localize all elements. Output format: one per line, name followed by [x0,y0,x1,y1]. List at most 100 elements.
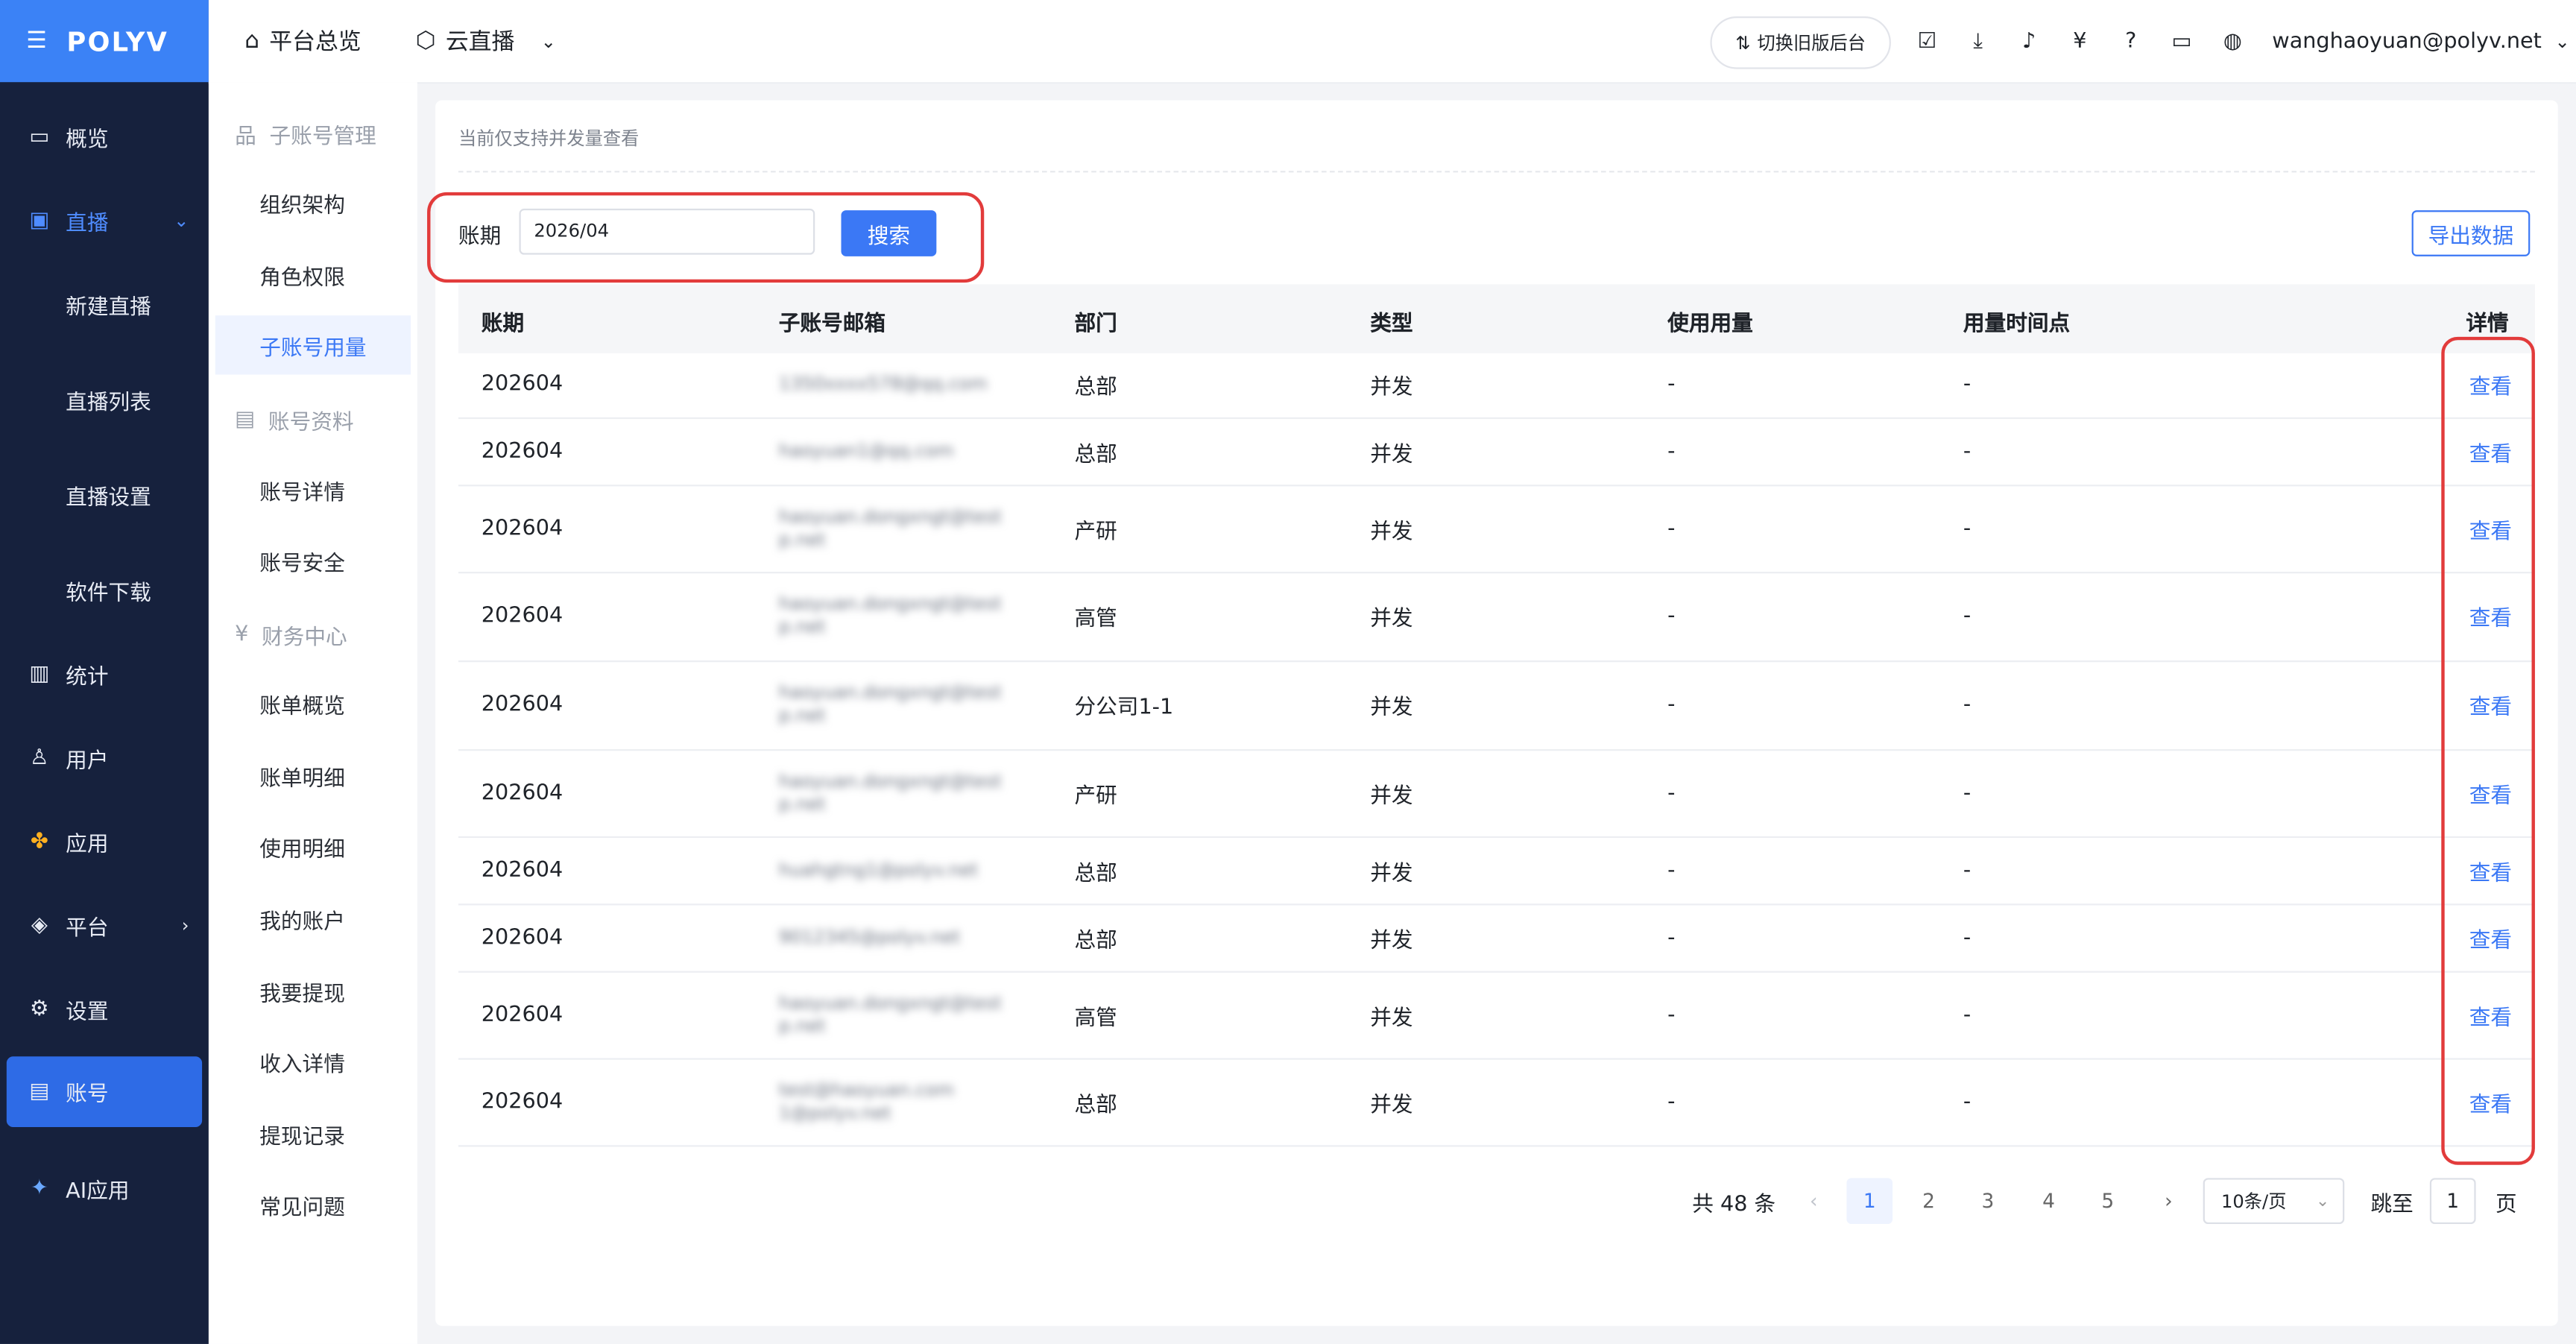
period-input[interactable]: 2026/04 [519,208,815,255]
divider [458,171,2535,173]
topbar: ⌂ 平台总览 ⬡ 云直播 ⌄ ⇅ 切换旧版后台 ☑ ⤓ ♪ ¥ ? ▭ ◍ wa… [208,0,2576,84]
sidebar-item-account[interactable]: ▤ 账号 [6,1056,203,1128]
platform-overview-label: 平台总览 [269,29,362,56]
sidebar-item-stats[interactable]: ▥ 统计 [0,641,209,707]
cell-dept: 总部 [1074,928,1117,953]
table-row: 202604 9012345@polyv.net 总部 并发 - - 查看 [458,903,2535,973]
submenu-item-income-detail[interactable]: 收入详情 [215,1032,411,1091]
export-data-button[interactable]: 导出数据 [2411,210,2531,256]
cell-email: test@haoyuan.com 1@polyv.net [778,1078,955,1123]
globe-icon[interactable]: ◍ [2220,28,2246,54]
yuan-icon[interactable]: ¥ [2067,28,2093,54]
page-suffix: 页 [2496,1192,2517,1217]
cell-period: 202604 [481,372,564,397]
sparkle-icon: ✦ [30,1176,48,1201]
switch-old-console-label: 切换旧版后台 [1757,33,1866,54]
sidebar-item-label: 直播 [66,211,109,236]
page-button[interactable]: 2 [1906,1178,1952,1224]
task-icon[interactable]: ☑ [1914,28,1940,54]
menu-icon[interactable]: ☰ [26,28,47,54]
cell-dept: 产研 [1074,519,1117,544]
submenu-item-my-account[interactable]: 我的账户 [215,889,411,947]
sidebar-item-live[interactable]: ▣ 直播 ⌄ [0,187,209,253]
yuan-circle-icon: ¥ [235,622,249,648]
cell-period: 202604 [481,1002,564,1027]
gear-icon: ⚙ [30,996,49,1021]
submenu-item-roles[interactable]: 角色权限 [215,244,411,303]
cell-dept: 高管 [1074,1005,1117,1030]
user-menu[interactable]: wanghaoyuan@polyv.net ⌄ [2272,0,2570,82]
cell-usage: - [1667,1002,1676,1027]
submenu-item-bill-overview[interactable]: 账单概览 [215,674,411,733]
table-row: 202604 test@haoyuan.com 1@polyv.net 总部 并发 - -… [458,1058,2535,1147]
sidebar-item-overview[interactable]: ▭ 概览 [0,104,209,169]
sidebar-item-apps[interactable]: ✤ 应用 [0,808,209,874]
table-row: 202604 haoyuan.dongxngt@test p.net 高管 并发 - - 查… [458,971,2535,1060]
cell-dept: 高管 [1074,607,1117,632]
cell-time: - [1963,516,1972,541]
code-icon[interactable]: ▭ [2168,28,2194,54]
submenu-item-bill-detail[interactable]: 账单明细 [215,746,411,805]
prev-page-button[interactable]: ‹ [1790,1178,1837,1224]
jump-page-input[interactable]: 1 [2429,1178,2476,1225]
chevron-down-icon: ⌄ [540,30,556,52]
jump-label: 跳至 [2370,1192,2414,1217]
page-button[interactable]: 1 [1846,1178,1893,1225]
page-button[interactable]: 3 [1965,1178,2011,1224]
cell-period: 202604 [481,604,564,629]
sidebar-item-label: AI应用 [66,1179,130,1204]
table-row: 202604 haoyuan1@qq.com 总部 并发 - - 查看 [458,417,2535,487]
cell-time: - [1963,372,1972,397]
sidebar-item-label: 用户 [66,748,109,774]
cell-usage: - [1667,516,1676,541]
id-card-icon: ▤ [29,1079,50,1105]
submenu-item-withdraw-records[interactable]: 提现记录 [215,1104,411,1163]
product-switcher[interactable]: ⬡ 云直播 ⌄ [416,0,556,82]
cell-email: haoyuan.dongxngt@test p.net [778,593,1002,638]
cell-email: haoyuan.dongxngt@test p.net [778,681,1002,727]
page-button[interactable]: 5 [2085,1178,2131,1224]
apps-icon: ✤ [30,828,48,854]
table-row: 202604 huahgtng1@polyv.net 总部 并发 - - 查看 [458,836,2535,906]
cell-type: 并发 [1370,607,1413,632]
help-icon[interactable]: ? [2118,28,2144,54]
polyv-logo[interactable]: POLYV [66,25,168,57]
submenu-item-account-security[interactable]: 账号安全 [215,531,411,590]
cell-period: 202604 [481,438,564,464]
sidebar-item-users[interactable]: ♙ 用户 [0,725,209,790]
submenu-group-profile: ▤ 账号资料 [235,404,353,435]
usage-card: 当前仅支持并发量查看 账期 2026/04 搜索 导出数据 账期 子账号邮箱 部… [427,100,2558,1326]
cell-time: - [1963,1089,1972,1114]
org-icon: 品 [235,124,256,150]
cell-type: 并发 [1370,695,1413,721]
submenu-item-usage-detail[interactable]: 使用明细 [215,816,411,875]
sidebar-item-ai-apps[interactable]: ✦ AI应用 [0,1155,209,1220]
cell-usage: - [1667,372,1676,397]
submenu-item-withdraw[interactable]: 我要提现 [215,961,411,1020]
page-button[interactable]: 4 [2026,1178,2072,1224]
sidebar-item-settings[interactable]: ⚙ 设置 [0,976,209,1041]
chevron-down-icon: ⌄ [174,209,189,231]
sidebar-item-label: 应用 [66,832,109,857]
column-header: 子账号邮箱 [778,312,886,337]
cell-email: haoyuan.dongxngt@test p.net [778,505,1002,550]
platform-overview-link[interactable]: ⌂ 平台总览 [244,0,361,82]
total-count: 共 48 条 [1692,1192,1776,1217]
next-page-button[interactable]: › [2146,1178,2192,1224]
cell-dept: 总部 [1074,860,1117,886]
sidebar-item-platform[interactable]: ◈ 平台 › [0,892,209,958]
cell-time: - [1963,780,1972,806]
page-size-select[interactable]: 10条/页 ⌄ [2203,1178,2345,1225]
bell-icon[interactable]: ♪ [2015,28,2042,54]
cell-time: - [1963,692,1972,718]
cell-period: 202604 [481,780,564,806]
submenu-item-org[interactable]: 组织架构 [215,172,411,231]
submenu-item-subaccount-usage[interactable]: 子账号用量 [215,315,411,375]
search-button[interactable]: 搜索 [841,210,937,256]
sidebar: ☰ POLYV ▭ 概览 ▣ 直播 ⌄ 新建直播 直播列表 直播设置 软件下载 … [0,0,209,1344]
download-icon[interactable]: ⤓ [1965,28,1991,54]
submenu-item-account-detail[interactable]: 账号详情 [215,460,411,519]
switch-old-console-button[interactable]: ⇅ 切换旧版后台 [1710,16,1891,69]
submenu-item-faq[interactable]: 常见问题 [215,1175,411,1234]
cell-usage: - [1667,604,1676,629]
